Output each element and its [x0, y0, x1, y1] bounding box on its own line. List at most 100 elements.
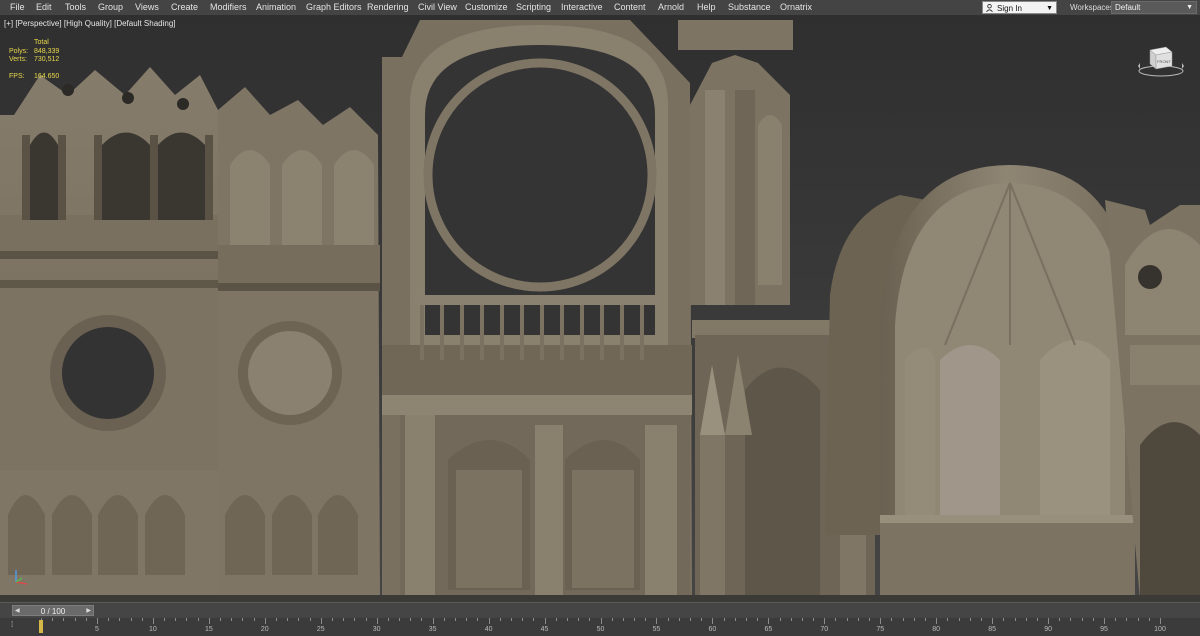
track-minor-tick — [768, 618, 770, 624]
track-tick-label: 70 — [820, 626, 829, 633]
track-minor-tick — [947, 618, 949, 621]
track-minor-tick — [645, 618, 647, 621]
menu-content[interactable]: Content — [612, 0, 648, 15]
viewport-menu-plus[interactable]: [+] — [4, 19, 13, 28]
track-minor-tick — [835, 618, 837, 621]
track-tick-label: 5 — [94, 626, 99, 633]
central-facade — [382, 20, 692, 595]
track-minor-tick — [522, 618, 524, 621]
menu-create[interactable]: Create — [169, 0, 200, 15]
track-tick-label: 30 — [372, 626, 381, 633]
track-minor-tick — [1048, 618, 1050, 624]
fps-value: 164.650 — [34, 73, 60, 80]
menu-scripting[interactable]: Scripting — [514, 0, 553, 15]
track-tick-label: 45 — [540, 626, 549, 633]
menu-modifiers[interactable]: Modifiers — [208, 0, 249, 15]
track-minor-tick — [432, 618, 434, 624]
viewport-point-of-view[interactable]: [Perspective] — [15, 19, 61, 28]
track-tick-label: 15 — [204, 626, 213, 633]
track-minor-tick — [1160, 618, 1161, 624]
sign-in-dropdown[interactable]: Sign In ▼ — [982, 1, 1057, 14]
viewcube[interactable]: FRONT — [1137, 38, 1185, 78]
track-minor-tick — [175, 618, 177, 621]
viewport-quality[interactable]: [High Quality] — [64, 19, 112, 28]
track-minor-tick — [287, 618, 289, 621]
track-minor-tick — [533, 618, 535, 621]
current-frame-marker[interactable] — [39, 620, 43, 633]
track-minor-tick — [622, 618, 624, 621]
track-tick-label: 25 — [316, 626, 325, 633]
polys-value: 848,339 — [34, 47, 60, 55]
viewport-statistics: Total Polys: 848,339 Verts: 730,512 FPS: 16… — [9, 39, 79, 82]
track-minor-tick — [242, 618, 244, 621]
track-minor-tick — [309, 618, 311, 621]
menu-civil-view[interactable]: Civil View — [416, 0, 459, 15]
chevron-right-icon[interactable]: ▶ — [86, 606, 91, 617]
time-slider-text: 0 / 100 — [40, 607, 66, 616]
menu-ornatrix[interactable]: Ornatrix — [778, 0, 814, 15]
menu-customize[interactable]: Customize — [463, 0, 510, 15]
track-minor-tick — [298, 618, 300, 621]
track-minor-tick — [1014, 618, 1016, 621]
track-minor-tick — [376, 618, 378, 624]
track-minor-tick — [253, 618, 255, 621]
track-minor-tick — [141, 618, 143, 621]
workspace-value: Default — [1115, 3, 1141, 12]
workspaces-label: Workspaces: — [1070, 3, 1117, 12]
menu-views[interactable]: Views — [133, 0, 161, 15]
verts-label: Verts: — [9, 56, 27, 63]
track-minor-tick — [891, 618, 893, 621]
track-bar[interactable]: ⁞ 05101520253035404550556065707580859095… — [0, 618, 1200, 636]
menu-rendering[interactable]: Rendering — [365, 0, 411, 15]
track-minor-tick — [74, 618, 76, 621]
perspective-viewport[interactable]: [+] [Perspective] [High Quality] [Defaul… — [0, 15, 1200, 602]
track-minor-tick — [656, 618, 658, 624]
track-minor-tick — [712, 618, 714, 624]
track-minor-tick — [443, 618, 445, 621]
track-tick-label: 50 — [596, 626, 605, 633]
track-minor-tick — [969, 618, 971, 621]
track-minor-tick — [757, 618, 759, 621]
track-tick-label: 10 — [148, 626, 157, 633]
stats-header: Total — [34, 39, 49, 46]
track-minor-tick — [578, 618, 580, 621]
track-minor-tick — [455, 618, 457, 621]
track-minor-tick — [197, 618, 199, 621]
track-minor-tick — [231, 618, 233, 621]
track-minor-tick — [510, 618, 512, 621]
track-minor-tick — [354, 618, 356, 621]
menu-file[interactable]: File — [8, 0, 27, 15]
time-slider[interactable]: ◀ 0 / 100 ▶ — [12, 605, 94, 616]
track-minor-tick — [690, 618, 692, 621]
dome-apse — [825, 165, 1140, 595]
viewport-shading[interactable]: [Default Shading] — [114, 19, 175, 28]
track-minor-tick — [857, 618, 859, 621]
track-minor-tick — [801, 618, 803, 621]
track-minor-tick — [634, 618, 636, 621]
track-minor-tick — [869, 618, 871, 621]
track-minor-tick — [52, 618, 54, 621]
workspace-select[interactable]: Default ▼ — [1111, 1, 1197, 14]
fps-label: FPS: — [9, 73, 25, 80]
menu-interactive[interactable]: Interactive — [559, 0, 605, 15]
menu-group[interactable]: Group — [96, 0, 125, 15]
track-minor-tick — [208, 618, 210, 624]
track-minor-tick — [813, 618, 815, 621]
track-minor-tick — [1059, 618, 1061, 621]
track-minor-tick — [477, 618, 479, 621]
track-minor-tick — [164, 618, 166, 621]
menu-edit[interactable]: Edit — [34, 0, 54, 15]
menu-animation[interactable]: Animation — [254, 0, 298, 15]
menu-tools[interactable]: Tools — [63, 0, 88, 15]
track-tick-label: 35 — [428, 626, 437, 633]
menu-substance[interactable]: Substance — [726, 0, 773, 15]
track-minor-tick — [320, 618, 322, 624]
track-minor-tick — [555, 618, 557, 621]
chevron-left-icon[interactable]: ◀ — [15, 606, 20, 617]
menu-arnold[interactable]: Arnold — [656, 0, 686, 15]
menu-graph-editors[interactable]: Graph Editors — [304, 0, 364, 15]
track-tick-label: 80 — [932, 626, 941, 633]
menu-bar: File Edit Tools Group Views Create Modif… — [0, 0, 1200, 16]
menu-help[interactable]: Help — [695, 0, 718, 15]
track-minor-tick — [63, 618, 65, 621]
